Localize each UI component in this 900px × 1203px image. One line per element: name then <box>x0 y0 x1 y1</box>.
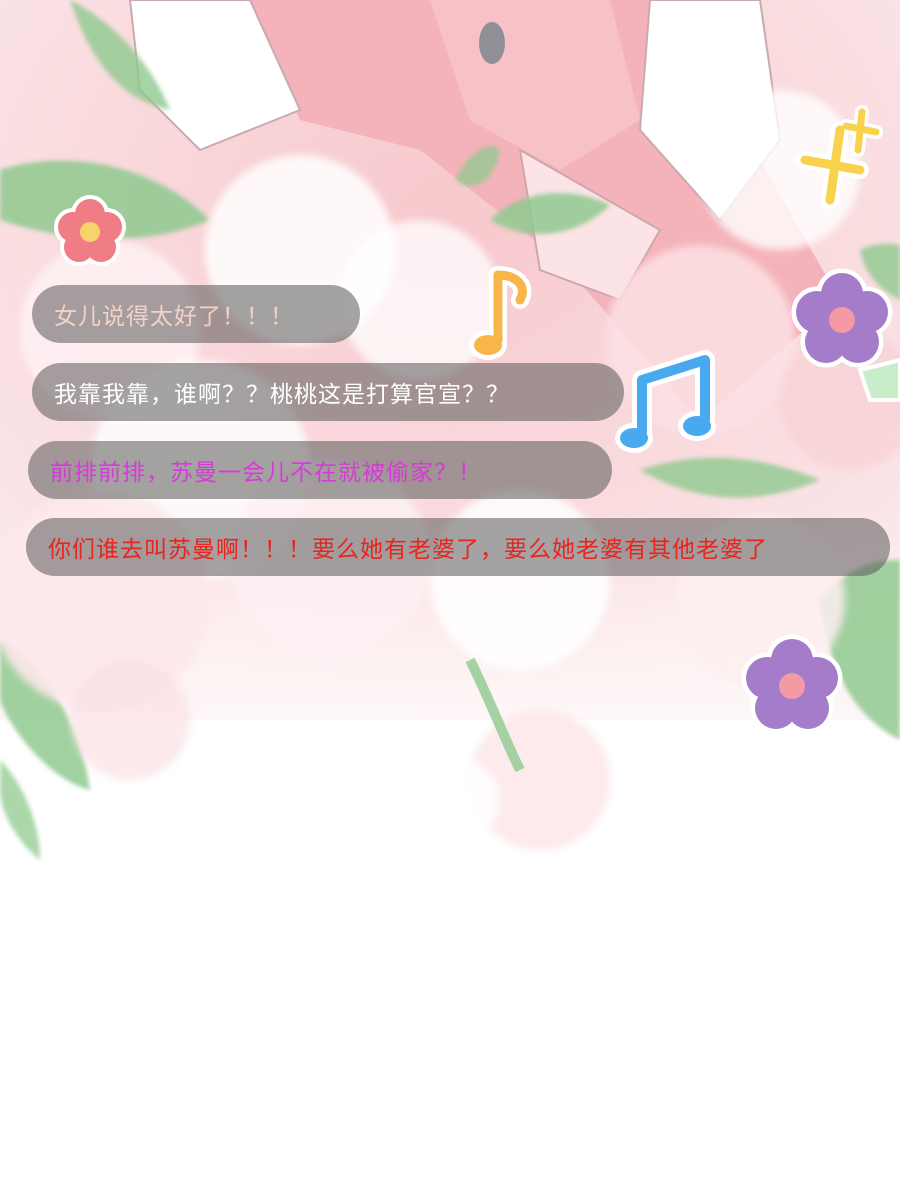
comment-text: 前排前排，苏曼一会儿不在就被偷家？！ <box>50 460 482 486</box>
danmaku-comment-1: 女儿说得太好了！！！ <box>32 285 360 343</box>
comment-text: 我靠我靠，谁啊？？桃桃这是打算官宣？？ <box>54 382 510 408</box>
danmaku-comment-4: 你们谁去叫苏曼啊！！！要么她有老婆了，要么她老婆有其他老婆了 <box>26 518 890 576</box>
background-illustration <box>0 0 900 1203</box>
danmaku-comment-3: 前排前排，苏曼一会儿不在就被偷家？！ <box>28 441 612 499</box>
comment-text: 女儿说得太好了！！！ <box>54 304 294 330</box>
button-dot <box>479 22 505 64</box>
comment-text: 你们谁去叫苏曼啊！！！要么她有老婆了，要么她老婆有其他老婆了 <box>48 537 768 563</box>
danmaku-comment-2: 我靠我靠，谁啊？？桃桃这是打算官宣？？ <box>32 363 624 421</box>
